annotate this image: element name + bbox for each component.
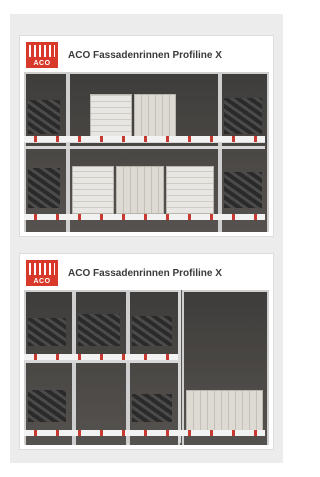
display-header: ACO ACO Fassadenrinnen Profiline X	[24, 258, 269, 288]
display-header: ACO ACO Fassadenrinnen Profiline X	[24, 40, 269, 70]
product-stack	[132, 316, 172, 346]
shelf-photo	[24, 290, 269, 445]
display-photo-1[interactable]: ACO ACO Fassadenrinnen Profiline X	[20, 36, 273, 236]
shelf-photo	[24, 72, 269, 232]
shelf-bay	[220, 72, 269, 232]
product-boxes	[166, 166, 214, 214]
product-stack	[78, 314, 120, 346]
aco-logo: ACO	[26, 42, 58, 68]
shelf-beam	[24, 146, 265, 149]
logo-wordmark: ACO	[33, 278, 51, 285]
price-label-strip	[24, 136, 265, 142]
aco-logo: ACO	[26, 260, 58, 286]
logo-wordmark: ACO	[33, 60, 51, 67]
logo-stripes	[29, 263, 55, 275]
product-stack	[28, 168, 60, 208]
shelf-beam	[24, 360, 178, 363]
product-stack	[224, 172, 262, 208]
product-boxes	[90, 94, 132, 138]
product-image-panel: ACO ACO Fassadenrinnen Profiline X ACO A…	[10, 14, 283, 463]
display-title: ACO Fassadenrinnen Profiline X	[68, 267, 222, 279]
logo-stripes	[29, 45, 55, 57]
price-label-strip	[24, 214, 265, 220]
product-stack	[132, 394, 172, 422]
product-stack	[224, 98, 262, 134]
product-stack	[28, 100, 60, 134]
shelf-bay	[24, 72, 68, 232]
product-stack	[28, 390, 66, 422]
display-photo-2[interactable]: ACO ACO Fassadenrinnen Profiline X	[20, 254, 273, 449]
price-label-strip	[24, 354, 178, 360]
product-boxes	[72, 166, 114, 214]
display-title: ACO Fassadenrinnen Profiline X	[68, 49, 222, 61]
product-stack	[28, 318, 66, 346]
product-boxes	[116, 166, 164, 214]
rack-post	[178, 290, 181, 443]
product-boxes	[134, 94, 176, 138]
price-label-strip	[24, 430, 265, 436]
